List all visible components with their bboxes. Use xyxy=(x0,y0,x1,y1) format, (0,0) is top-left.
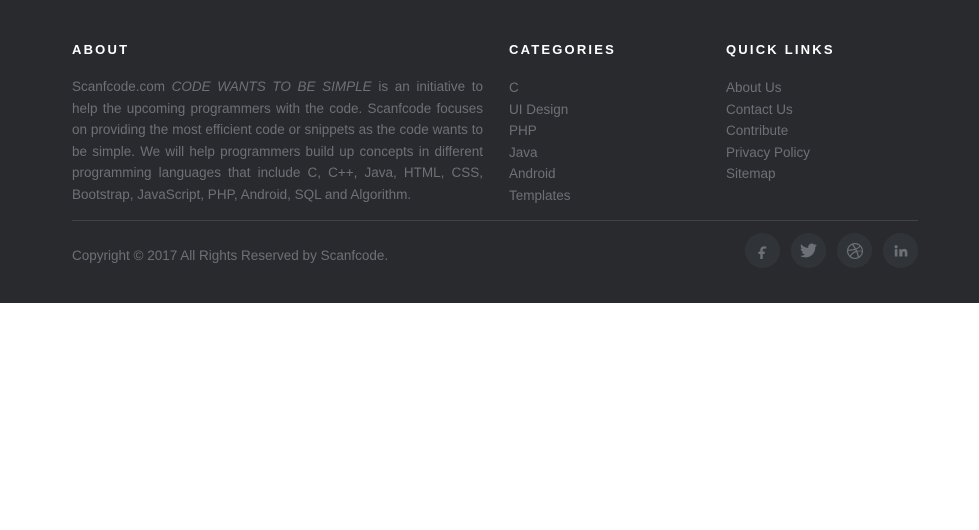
social-link-facebook[interactable] xyxy=(745,233,780,268)
quick-link-about-us[interactable]: About Us xyxy=(726,77,782,99)
list-item: Sitemap xyxy=(726,163,926,185)
list-item: Android xyxy=(509,163,709,185)
footer-container: ABOUT Scanfcode.com CODE WANTS TO BE SIM… xyxy=(72,0,918,268)
list-item: Java xyxy=(509,142,709,164)
about-text-before: Scanfcode.com xyxy=(72,79,172,94)
quick-links-heading: QUICK LINKS xyxy=(726,42,835,57)
footer-bottom-bar: Copyright © 2017 All Rights Reserved by … xyxy=(72,221,918,303)
social-link-twitter[interactable] xyxy=(791,233,826,268)
quick-links-list: About Us Contact Us Contribute Privacy P… xyxy=(726,57,926,185)
quick-link-contribute[interactable]: Contribute xyxy=(726,120,788,142)
categories-heading: CATEGORIES xyxy=(509,42,616,57)
about-text-after: is an initiative to help the upcoming pr… xyxy=(72,79,483,202)
quick-link-privacy-policy[interactable]: Privacy Policy xyxy=(726,142,810,164)
social-link-linkedin[interactable] xyxy=(883,233,918,268)
quick-link-contact-us[interactable]: Contact Us xyxy=(726,99,793,121)
category-link-templates[interactable]: Templates xyxy=(509,185,571,207)
copyright-text: Copyright © 2017 All Rights Reserved by … xyxy=(72,248,389,263)
about-text: Scanfcode.com CODE WANTS TO BE SIMPLE is… xyxy=(72,57,483,205)
social-links xyxy=(745,233,918,268)
list-item: Templates xyxy=(509,185,709,207)
facebook-icon xyxy=(755,243,771,259)
about-tagline: CODE WANTS TO BE SIMPLE xyxy=(171,79,372,94)
category-link-c[interactable]: C xyxy=(509,77,519,99)
dribbble-icon xyxy=(846,242,863,259)
footer-column-quick-links: QUICK LINKS About Us Contact Us Contribu… xyxy=(726,43,926,185)
list-item: Privacy Policy xyxy=(726,142,926,164)
list-item: About Us xyxy=(726,77,926,99)
list-item: C xyxy=(509,77,709,99)
category-link-php[interactable]: PHP xyxy=(509,120,537,142)
footer-column-categories: CATEGORIES C UI Design PHP Java Android … xyxy=(509,43,709,206)
footer-columns: ABOUT Scanfcode.com CODE WANTS TO BE SIM… xyxy=(72,0,918,210)
list-item: Contact Us xyxy=(726,99,926,121)
site-footer: ABOUT Scanfcode.com CODE WANTS TO BE SIM… xyxy=(0,0,979,303)
footer-column-about: ABOUT Scanfcode.com CODE WANTS TO BE SIM… xyxy=(72,43,483,205)
categories-list: C UI Design PHP Java Android Templates xyxy=(509,57,709,206)
category-link-java[interactable]: Java xyxy=(509,142,538,164)
about-heading: ABOUT xyxy=(72,42,130,57)
twitter-icon xyxy=(800,242,817,259)
page-root: ABOUT Scanfcode.com CODE WANTS TO BE SIM… xyxy=(0,0,979,530)
list-item: UI Design xyxy=(509,99,709,121)
category-link-ui-design[interactable]: UI Design xyxy=(509,99,568,121)
linkedin-icon xyxy=(893,243,908,258)
list-item: Contribute xyxy=(726,120,926,142)
list-item: PHP xyxy=(509,120,709,142)
social-link-dribbble[interactable] xyxy=(837,233,872,268)
category-link-android[interactable]: Android xyxy=(509,163,556,185)
quick-link-sitemap[interactable]: Sitemap xyxy=(726,163,776,185)
